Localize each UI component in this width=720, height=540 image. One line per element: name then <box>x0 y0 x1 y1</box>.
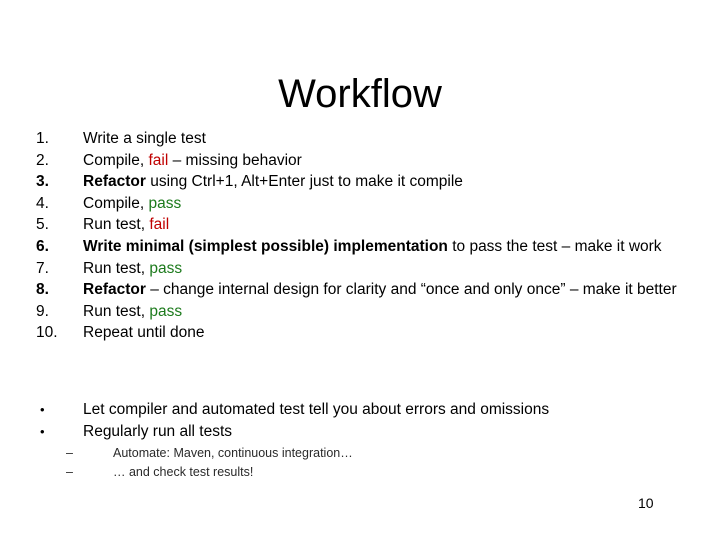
workflow-step-text: Compile, fail – missing behavior <box>83 152 302 169</box>
emphasis-text: Write minimal (simplest possible) implem… <box>83 237 448 255</box>
page-title: Workflow <box>278 71 442 116</box>
plain-text: Run test, <box>83 302 150 320</box>
workflow-step-number: 3. <box>36 173 49 191</box>
list-item-text: Regularly run all tests <box>83 422 233 440</box>
automation-sub-bullet-list: – Automate: Maven, continuous integration… <box>36 444 696 481</box>
plain-text: using Ctrl+1, Alt+Enter just to make it … <box>145 173 463 191</box>
plain-text: Run test, <box>83 216 150 234</box>
plain-text: Compile, <box>83 194 149 212</box>
workflow-step-text: Refactor using Ctrl+1, Alt+Enter just to… <box>83 173 463 190</box>
workflow-step-number: 9. <box>36 302 49 320</box>
workflow-step: 7. Run test, pass <box>36 258 696 280</box>
list-item: • Let compiler and automated test tell yo… <box>36 399 696 421</box>
bullet-icon: • <box>40 423 45 439</box>
workflow-step-number: 1. <box>36 130 49 147</box>
emphasis-text: Refactor <box>83 173 146 191</box>
workflow-step: 2. Compile, fail – missing behavior <box>36 150 696 172</box>
sub-list-item-text: … and check test results! <box>113 464 254 479</box>
pass-keyword: pass <box>148 194 182 212</box>
workflow-step: 10. Repeat until done <box>36 322 696 344</box>
workflow-step-number: 10. <box>36 324 58 342</box>
list-item-text: Let compiler and automated test tell you… <box>83 401 550 418</box>
advice-bullet-list: • Let compiler and automated test tell yo… <box>36 399 696 442</box>
workflow-step-text: Compile, pass <box>83 195 181 212</box>
workflow-step: 5. Run test, fail <box>36 214 696 236</box>
dash-bullet-icon: – <box>66 446 73 460</box>
workflow-step-text: Write minimal (simplest possible) implem… <box>83 238 662 255</box>
workflow-step: 1. Write a single test <box>36 128 696 150</box>
workflow-step-text: Repeat until done <box>83 324 205 341</box>
workflow-step-text: Run test, pass <box>83 303 182 320</box>
workflow-step: 3. Refactor using Ctrl+1, Alt+Enter just … <box>36 171 696 193</box>
slide: Workflow 1. Write a single test 2. Compile,… <box>0 0 720 540</box>
sub-list-item-text: Automate: Maven, continuous integration… <box>113 446 353 460</box>
sub-list-item: – … and check test results! <box>36 463 696 482</box>
workflow-step-number: 2. <box>36 151 49 169</box>
plain-text: to pass the test – make it work <box>447 237 662 255</box>
fail-keyword: fail <box>149 216 170 234</box>
workflow-step-number: 8. <box>36 281 49 299</box>
plain-text: – missing behavior <box>168 151 302 169</box>
workflow-step-number: 5. <box>36 216 49 234</box>
fail-keyword: fail <box>148 151 169 169</box>
workflow-step-text: Write a single test <box>83 130 206 147</box>
workflow-step-number: 4. <box>36 194 49 212</box>
pass-keyword: pass <box>149 302 183 320</box>
dash-bullet-icon: – <box>66 464 73 479</box>
workflow-step-text: Run test, fail <box>83 216 169 233</box>
plain-text: Repeat until done <box>83 324 205 342</box>
workflow-step-number: 7. <box>36 259 49 277</box>
sub-list-item: – Automate: Maven, continuous integration… <box>36 444 696 463</box>
plain-text: – change internal design for clarity and… <box>145 281 677 299</box>
workflow-step-text: Refactor – change internal design for cl… <box>83 281 677 298</box>
workflow-step: 6. Write minimal (simplest possible) impl… <box>36 236 696 258</box>
emphasis-text: Refactor <box>83 281 146 299</box>
workflow-step-number: 6. <box>36 237 49 255</box>
page-number: 10 <box>638 495 654 511</box>
workflow-numbered-list: 1. Write a single test 2. Compile, fail – m… <box>36 128 696 344</box>
workflow-step-text: Run test, pass <box>83 260 182 277</box>
bullet-icon: • <box>40 402 45 417</box>
list-item: • Regularly run all tests <box>36 421 696 443</box>
plain-text: Run test, <box>83 259 150 277</box>
workflow-step: 4. Compile, pass <box>36 193 696 215</box>
plain-text: Write a single test <box>83 130 206 147</box>
pass-keyword: pass <box>149 259 183 277</box>
workflow-step: 8. Refactor – change internal design for … <box>36 279 696 301</box>
plain-text: Compile, <box>83 151 149 169</box>
workflow-step: 9. Run test, pass <box>36 301 696 323</box>
